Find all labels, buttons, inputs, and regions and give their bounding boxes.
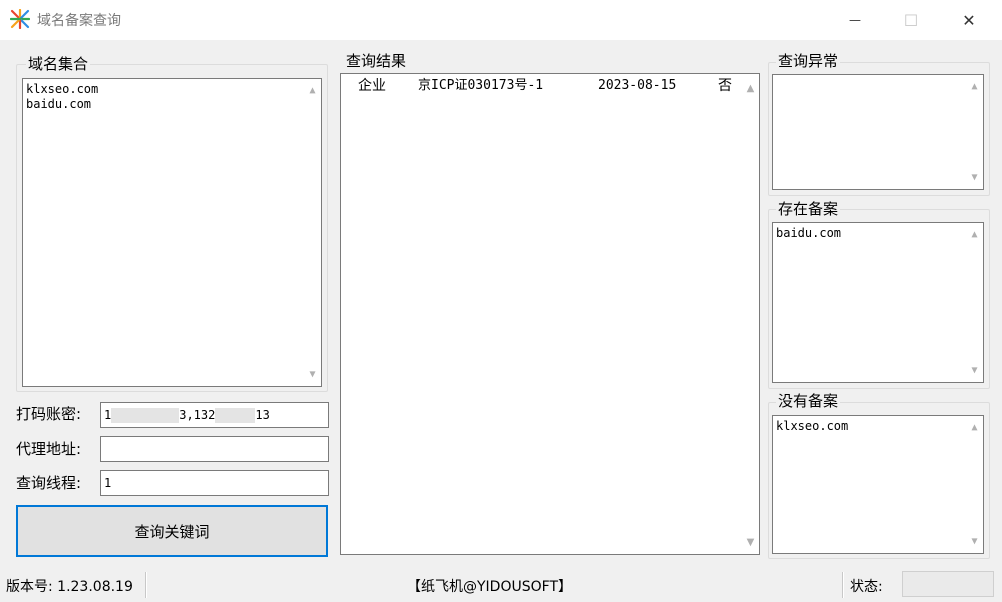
domain-line: baidu.com: [26, 97, 92, 111]
result-type: 企业: [358, 78, 386, 94]
scroll-down-icon[interactable]: ▼: [742, 534, 759, 551]
domain-line: klxseo.com: [26, 82, 99, 96]
proxy-label: 代理地址:: [16, 440, 82, 458]
masked-text: [215, 408, 256, 423]
version-text: 版本号: 1.23.08.19: [6, 579, 133, 595]
result-flag: 否: [718, 78, 732, 94]
none-line: klxseo.com: [776, 419, 849, 433]
error-list[interactable]: ▲ ▼: [772, 74, 984, 190]
scroll-down-icon[interactable]: ▼: [966, 362, 983, 379]
results-label: 查询结果: [344, 52, 409, 70]
error-list-scrollbar[interactable]: ▲ ▼: [966, 75, 983, 189]
query-keyword-button[interactable]: 查询关键词: [16, 505, 328, 557]
maximize-icon: ☐: [903, 10, 919, 30]
scroll-up-icon[interactable]: ▲: [304, 82, 321, 99]
account-input[interactable]: 1 3,132 13: [100, 402, 329, 428]
none-list-scrollbar[interactable]: ▲ ▼: [966, 416, 983, 553]
threads-input[interactable]: 1: [100, 470, 329, 496]
exists-group-label: 存在备案: [776, 200, 841, 218]
exists-list[interactable]: baidu.com ▲ ▼: [772, 222, 984, 383]
domain-list-textarea[interactable]: klxseo.com baidu.com ▲ ▼: [22, 78, 322, 387]
status-separator: [842, 572, 844, 598]
none-list[interactable]: klxseo.com ▲ ▼: [772, 415, 984, 554]
status-label: 状态:: [850, 579, 883, 595]
result-row[interactable]: 企业 京ICP证030173号-1 2023-08-15 否: [341, 77, 739, 97]
minimize-icon: —: [849, 13, 861, 27]
threads-label: 查询线程:: [16, 474, 82, 492]
close-icon: ✕: [962, 10, 976, 30]
title-bar: 域名备案查询 — ☐ ✕: [0, 0, 1002, 40]
results-list[interactable]: 企业 京ICP证030173号-1 2023-08-15 否 ▲ ▼: [340, 73, 760, 555]
domain-group-label: 域名集合: [26, 55, 91, 73]
scroll-up-icon[interactable]: ▲: [742, 80, 759, 97]
status-separator: [145, 572, 147, 598]
app-logo-icon: [10, 9, 30, 29]
scroll-up-icon[interactable]: ▲: [966, 78, 983, 95]
exists-list-scrollbar[interactable]: ▲ ▼: [966, 223, 983, 382]
scroll-down-icon[interactable]: ▼: [966, 169, 983, 186]
minimize-button[interactable]: —: [832, 0, 878, 40]
window-title: 域名备案查询: [37, 13, 121, 29]
results-scrollbar[interactable]: ▲ ▼: [742, 74, 759, 554]
status-indicator: [902, 571, 994, 597]
masked-text: [111, 408, 180, 423]
close-button[interactable]: ✕: [946, 0, 992, 40]
scroll-up-icon[interactable]: ▲: [966, 226, 983, 243]
error-group-label: 查询异常: [776, 52, 841, 70]
status-bar: 版本号: 1.23.08.19 【纸飞机@YIDOUSOFT】 状态:: [0, 568, 1002, 602]
exists-line: baidu.com: [776, 226, 842, 240]
scroll-up-icon[interactable]: ▲: [966, 419, 983, 436]
scroll-down-icon[interactable]: ▼: [304, 366, 321, 383]
domain-list-scrollbar[interactable]: ▲ ▼: [304, 79, 321, 386]
account-label: 打码账密:: [16, 405, 82, 423]
query-button-label: 查询关键词: [134, 522, 210, 541]
result-icp: 京ICP证030173号-1: [418, 78, 544, 93]
proxy-input[interactable]: [100, 436, 329, 462]
brand-text: 【纸飞机@YIDOUSOFT】: [407, 579, 572, 595]
result-date: 2023-08-15: [598, 78, 677, 93]
scroll-down-icon[interactable]: ▼: [966, 533, 983, 550]
maximize-button[interactable]: ☐: [888, 0, 934, 40]
none-group-label: 没有备案: [776, 392, 841, 410]
